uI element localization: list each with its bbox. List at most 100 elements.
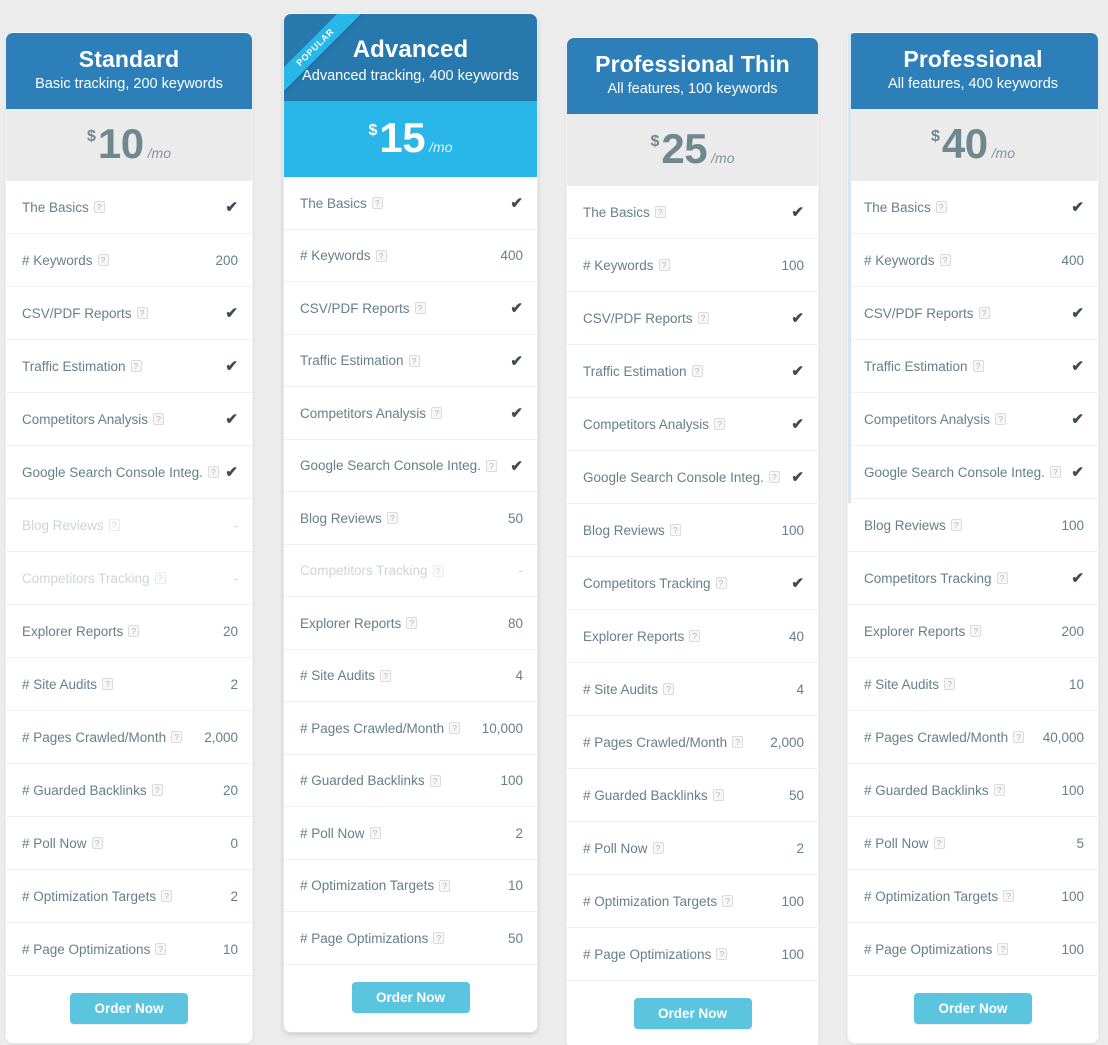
plan-name: Professional	[858, 46, 1088, 72]
feature-label: Traffic Estimation?	[22, 359, 142, 374]
help-icon[interactable]: ?	[431, 407, 442, 419]
help-icon[interactable]: ?	[98, 254, 109, 266]
help-icon[interactable]: ?	[934, 837, 945, 849]
help-icon[interactable]: ?	[415, 302, 426, 314]
feature-check-icon: ✔	[785, 309, 804, 327]
help-icon[interactable]: ?	[659, 259, 670, 271]
help-icon[interactable]: ?	[433, 932, 444, 944]
help-icon[interactable]: ?	[722, 895, 733, 907]
help-icon[interactable]: ?	[655, 206, 666, 218]
help-icon[interactable]: ?	[663, 683, 674, 695]
help-icon[interactable]: ?	[433, 565, 444, 577]
feature-label: Competitors Tracking?	[300, 563, 444, 578]
feature-check-icon: ✔	[1065, 357, 1084, 375]
feature-label: # Keywords?	[864, 253, 951, 268]
help-icon[interactable]: ?	[997, 943, 1008, 955]
feature-row: The Basics?✔	[848, 181, 1098, 234]
help-icon[interactable]: ?	[716, 577, 727, 589]
feature-name: The Basics	[22, 200, 89, 215]
help-icon[interactable]: ?	[1050, 466, 1061, 478]
help-icon[interactable]: ?	[128, 625, 139, 637]
help-icon[interactable]: ?	[979, 307, 990, 319]
feature-row: Competitors Analysis?✔	[567, 398, 818, 451]
help-icon[interactable]: ?	[372, 197, 383, 209]
feature-row: Competitors Tracking?-	[6, 552, 252, 605]
help-icon[interactable]: ?	[670, 524, 681, 536]
help-icon[interactable]: ?	[155, 943, 166, 955]
price-currency: $	[87, 128, 96, 145]
feature-name: Traffic Estimation	[300, 353, 404, 368]
feature-value: 100	[1055, 783, 1084, 798]
help-icon[interactable]: ?	[951, 519, 962, 531]
help-icon[interactable]: ?	[769, 471, 780, 483]
help-icon[interactable]: ?	[439, 880, 450, 892]
help-icon[interactable]: ?	[995, 413, 1006, 425]
help-icon[interactable]: ?	[376, 250, 387, 262]
help-icon[interactable]: ?	[430, 775, 441, 787]
help-icon[interactable]: ?	[692, 365, 703, 377]
help-icon[interactable]: ?	[153, 413, 164, 425]
feature-value: 100	[775, 523, 804, 538]
help-icon[interactable]: ?	[152, 784, 163, 796]
feature-list: The Basics?✔# Keywords?400CSV/PDF Report…	[284, 177, 537, 965]
feature-name: # Page Optimizations	[864, 942, 992, 957]
feature-row: # Guarded Backlinks?20	[6, 764, 252, 817]
help-icon[interactable]: ?	[714, 418, 725, 430]
help-icon[interactable]: ?	[997, 572, 1008, 584]
help-icon[interactable]: ?	[716, 948, 727, 960]
help-icon[interactable]: ?	[486, 460, 497, 472]
help-icon[interactable]: ?	[161, 890, 172, 902]
help-icon[interactable]: ?	[102, 678, 113, 690]
feature-label: Traffic Estimation?	[300, 353, 420, 368]
help-icon[interactable]: ?	[387, 512, 398, 524]
feature-row: Competitors Tracking?✔	[567, 557, 818, 610]
order-now-button[interactable]: Order Now	[914, 993, 1032, 1024]
help-icon[interactable]: ?	[131, 360, 142, 372]
help-icon[interactable]: ?	[994, 784, 1005, 796]
order-now-button[interactable]: Order Now	[70, 993, 188, 1024]
feature-name: CSV/PDF Reports	[583, 311, 693, 326]
help-icon[interactable]: ?	[409, 355, 420, 367]
help-icon[interactable]: ?	[449, 722, 460, 734]
feature-value: 10,000	[476, 721, 523, 736]
help-icon[interactable]: ?	[92, 837, 103, 849]
help-icon[interactable]: ?	[109, 519, 120, 531]
help-icon[interactable]: ?	[208, 466, 219, 478]
help-icon[interactable]: ?	[1013, 731, 1024, 743]
feature-label: # Pages Crawled/Month?	[300, 721, 460, 736]
help-icon[interactable]: ?	[1003, 890, 1014, 902]
feature-row: # Keywords?100	[567, 239, 818, 292]
help-icon[interactable]: ?	[137, 307, 148, 319]
help-icon[interactable]: ?	[380, 670, 391, 682]
help-icon[interactable]: ?	[973, 360, 984, 372]
feature-name: # Site Audits	[22, 677, 97, 692]
feature-label: # Site Audits?	[583, 682, 674, 697]
help-icon[interactable]: ?	[713, 789, 724, 801]
feature-check-icon: ✔	[504, 299, 523, 317]
help-icon[interactable]: ?	[406, 617, 417, 629]
feature-check-icon: ✔	[219, 463, 238, 481]
help-icon[interactable]: ?	[94, 201, 105, 213]
help-icon[interactable]: ?	[370, 827, 381, 839]
help-icon[interactable]: ?	[653, 842, 664, 854]
feature-row: # Page Optimizations?10	[6, 923, 252, 976]
order-now-button[interactable]: Order Now	[634, 998, 752, 1029]
help-icon[interactable]: ?	[171, 731, 182, 743]
feature-name: Google Search Console Integ.	[22, 465, 203, 480]
help-icon[interactable]: ?	[944, 678, 955, 690]
feature-label: Google Search Console Integ.?	[583, 470, 780, 485]
help-icon[interactable]: ?	[732, 736, 743, 748]
feature-row: # Guarded Backlinks?100	[848, 764, 1098, 817]
order-now-button[interactable]: Order Now	[352, 982, 470, 1013]
help-icon[interactable]: ?	[689, 630, 700, 642]
help-icon[interactable]: ?	[698, 312, 709, 324]
feature-row: CSV/PDF Reports?✔	[848, 287, 1098, 340]
feature-name: # Keywords	[22, 253, 93, 268]
feature-label: Competitors Tracking?	[864, 571, 1008, 586]
help-icon[interactable]: ?	[936, 201, 947, 213]
help-icon[interactable]: ?	[155, 572, 166, 584]
help-icon[interactable]: ?	[970, 625, 981, 637]
feature-row: # Page Optimizations?100	[848, 923, 1098, 976]
help-icon[interactable]: ?	[940, 254, 951, 266]
feature-row: CSV/PDF Reports? ✔	[567, 292, 818, 345]
